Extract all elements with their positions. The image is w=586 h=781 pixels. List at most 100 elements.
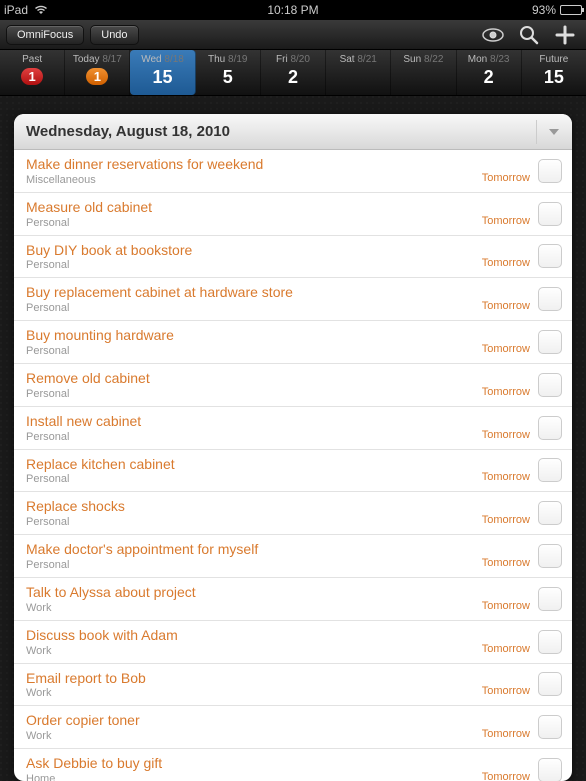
- task-row[interactable]: Remove old cabinetPersonal Tomorrow: [14, 364, 572, 407]
- task-context: Personal: [26, 431, 474, 443]
- date-label: Fri 8/20: [261, 54, 325, 65]
- task-due: Tomorrow: [482, 643, 530, 657]
- task-due: Tomorrow: [482, 685, 530, 699]
- task-title: Install new cabinet: [26, 413, 474, 430]
- add-icon[interactable]: [550, 23, 580, 47]
- date-label: Mon 8/23: [457, 54, 521, 65]
- status-bar: iPad 10:18 PM 93%: [0, 0, 586, 20]
- task-due: Tomorrow: [482, 728, 530, 742]
- battery-icon: [560, 5, 582, 15]
- date-count: 2: [261, 67, 325, 88]
- task-row[interactable]: Replace kitchen cabinetPersonal Tomorrow: [14, 450, 572, 493]
- task-row[interactable]: Ask Debbie to buy giftHomeTomorrow: [14, 749, 572, 781]
- task-title: Discuss book with Adam: [26, 627, 474, 644]
- task-due: Tomorrow: [482, 343, 530, 357]
- task-due: Tomorrow: [482, 557, 530, 571]
- date-cell[interactable]: Future15: [522, 50, 586, 95]
- task-context: Home: [26, 773, 474, 781]
- task-context: Personal: [26, 559, 474, 571]
- task-row[interactable]: Make dinner reservations for weekendMisc…: [14, 150, 572, 193]
- date-count: 15: [130, 67, 194, 88]
- back-button[interactable]: OmniFocus: [6, 25, 84, 45]
- task-checkbox[interactable]: [538, 244, 562, 268]
- task-context: Personal: [26, 516, 474, 528]
- content-area: Wednesday, August 18, 2010 Make dinner r…: [0, 96, 586, 781]
- task-title: Replace shocks: [26, 498, 474, 515]
- date-cell[interactable]: Sun 8/22: [391, 50, 456, 95]
- task-context: Personal: [26, 345, 474, 357]
- date-cell[interactable]: Past 1: [0, 50, 65, 95]
- task-checkbox[interactable]: [538, 758, 562, 781]
- date-cell[interactable]: Today 8/171: [65, 50, 130, 95]
- task-text: Email report to BobWork: [26, 670, 474, 700]
- nav-bar: OmniFocus Undo: [0, 20, 586, 50]
- task-text: Buy replacement cabinet at hardware stor…: [26, 284, 474, 314]
- task-title: Make dinner reservations for weekend: [26, 156, 474, 173]
- task-text: Install new cabinetPersonal: [26, 413, 474, 443]
- task-checkbox[interactable]: [538, 544, 562, 568]
- task-checkbox[interactable]: [538, 330, 562, 354]
- task-row[interactable]: Buy mounting hardwarePersonalTomorrow: [14, 321, 572, 364]
- panel-header: Wednesday, August 18, 2010: [14, 114, 572, 150]
- task-checkbox[interactable]: [538, 587, 562, 611]
- collapse-button[interactable]: [536, 120, 560, 144]
- date-strip: Past 1 Today 8/171Wed 8/1815Thu 8/195Fri 8…: [0, 50, 586, 96]
- task-text: Replace shocksPersonal: [26, 498, 474, 528]
- task-row[interactable]: Talk to Alyssa about projectWorkTomorrow: [14, 578, 572, 621]
- task-checkbox[interactable]: [538, 373, 562, 397]
- task-context: Work: [26, 730, 474, 742]
- task-checkbox[interactable]: [538, 159, 562, 183]
- task-row[interactable]: Order copier tonerWorkTomorrow: [14, 706, 572, 749]
- task-title: Replace kitchen cabinet: [26, 456, 474, 473]
- task-panel: Wednesday, August 18, 2010 Make dinner r…: [14, 114, 572, 781]
- task-checkbox[interactable]: [538, 202, 562, 226]
- task-text: Ask Debbie to buy giftHome: [26, 755, 474, 781]
- date-count: 2: [457, 67, 521, 88]
- task-context: Personal: [26, 473, 474, 485]
- task-due: Tomorrow: [482, 471, 530, 485]
- task-checkbox[interactable]: [538, 630, 562, 654]
- battery-pct: 93%: [532, 3, 556, 17]
- date-cell[interactable]: Wed 8/1815: [130, 50, 195, 95]
- task-text: Replace kitchen cabinetPersonal: [26, 456, 474, 486]
- task-context: Personal: [26, 388, 474, 400]
- task-context: Work: [26, 687, 474, 699]
- panel-title: Wednesday, August 18, 2010: [26, 123, 230, 140]
- task-title: Remove old cabinet: [26, 370, 474, 387]
- task-due: Tomorrow: [482, 600, 530, 614]
- task-checkbox[interactable]: [538, 416, 562, 440]
- view-icon[interactable]: [478, 23, 508, 47]
- date-count: 15: [522, 67, 586, 88]
- date-label: Today 8/17: [65, 54, 129, 65]
- task-title: Measure old cabinet: [26, 199, 474, 216]
- task-row[interactable]: Make doctor's appointment for myselfPers…: [14, 535, 572, 578]
- task-row[interactable]: Email report to BobWork Tomorrow: [14, 664, 572, 707]
- task-checkbox[interactable]: [538, 287, 562, 311]
- date-cell[interactable]: Thu 8/195: [196, 50, 261, 95]
- task-due: Tomorrow: [482, 514, 530, 528]
- date-label: Thu 8/19: [196, 54, 260, 65]
- task-text: Discuss book with AdamWork: [26, 627, 474, 657]
- date-cell[interactable]: Sat 8/21: [326, 50, 391, 95]
- task-list[interactable]: Make dinner reservations for weekendMisc…: [14, 150, 572, 781]
- device-label: iPad: [4, 3, 28, 17]
- undo-button[interactable]: Undo: [90, 25, 138, 45]
- task-row[interactable]: Buy replacement cabinet at hardware stor…: [14, 278, 572, 321]
- task-checkbox[interactable]: [538, 501, 562, 525]
- task-row[interactable]: Measure old cabinetPersonalTomorrow: [14, 193, 572, 236]
- task-checkbox[interactable]: [538, 458, 562, 482]
- date-cell[interactable]: Fri 8/20 2: [261, 50, 326, 95]
- date-cell[interactable]: Mon 8/23 2: [457, 50, 522, 95]
- task-row[interactable]: Discuss book with AdamWork Tomorrow: [14, 621, 572, 664]
- task-due: Tomorrow: [482, 215, 530, 229]
- task-row[interactable]: Replace shocksPersonal Tomorrow: [14, 492, 572, 535]
- task-context: Miscellaneous: [26, 174, 474, 186]
- task-checkbox[interactable]: [538, 715, 562, 739]
- date-label: Past: [0, 54, 64, 65]
- task-row[interactable]: Buy DIY book at bookstorePersonalTomorro…: [14, 236, 572, 279]
- task-row[interactable]: Install new cabinetPersonalTomorrow: [14, 407, 572, 450]
- search-icon[interactable]: [514, 23, 544, 47]
- count-badge: 1: [21, 68, 43, 85]
- task-checkbox[interactable]: [538, 672, 562, 696]
- task-due: Tomorrow: [482, 386, 530, 400]
